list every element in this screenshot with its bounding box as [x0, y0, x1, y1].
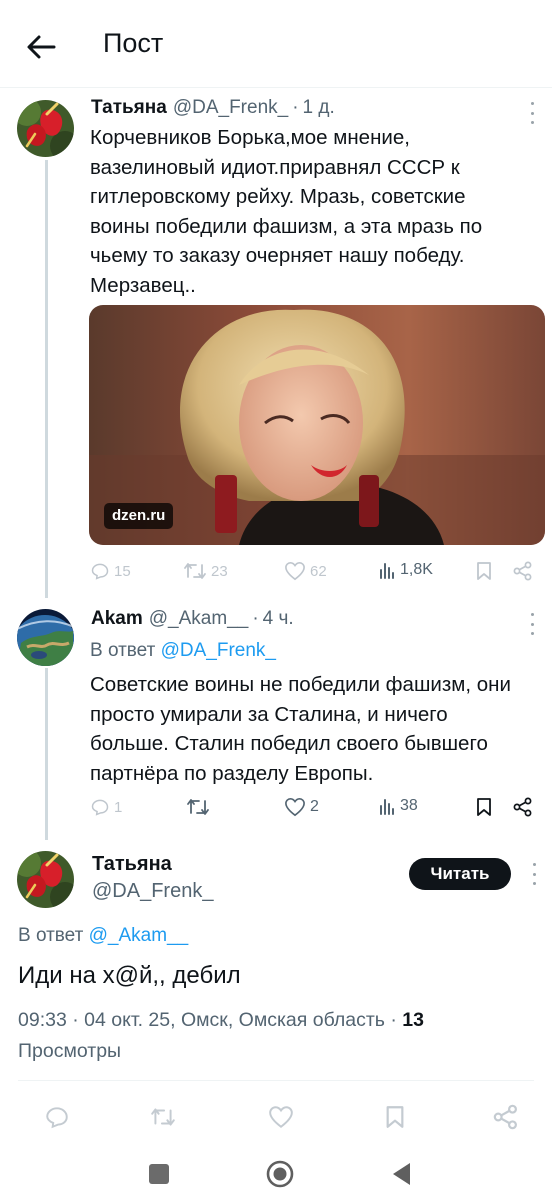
separator: ·: [252, 608, 259, 629]
author-name[interactable]: Akam: [91, 608, 143, 630]
bookmark-icon: [386, 1106, 404, 1128]
system-nav-bar: [0, 1140, 552, 1200]
views-count: 38: [400, 797, 418, 814]
bar-chart-icon: [380, 563, 394, 579]
share-button[interactable]: [493, 1104, 519, 1130]
reply-button[interactable]: [44, 1104, 70, 1130]
views-count: 13: [402, 1009, 424, 1031]
timestamp[interactable]: 1 д.: [303, 97, 335, 119]
media-source-badge: dzen.ru: [104, 503, 174, 529]
separator: ·: [292, 97, 299, 118]
share-icon: [493, 1104, 517, 1130]
author-name[interactable]: Татьяна: [92, 853, 172, 876]
like-button[interactable]: [268, 1105, 294, 1129]
author-handle[interactable]: @DA_Frenk_: [92, 880, 213, 903]
reply-count: 15: [114, 562, 131, 580]
repost-icon: [184, 563, 206, 579]
repost-button[interactable]: [150, 1106, 176, 1128]
reply-to-handle-link[interactable]: @DA_Frenk_: [161, 640, 276, 661]
share-button[interactable]: [513, 797, 533, 817]
views-button[interactable]: 1,8K: [378, 561, 433, 579]
like-button[interactable]: 2: [284, 797, 319, 817]
like-count: 2: [310, 798, 319, 815]
avatar[interactable]: [17, 100, 74, 157]
reply-button[interactable]: 15: [90, 561, 131, 581]
avatar[interactable]: [17, 609, 74, 666]
more-options-icon[interactable]: [527, 102, 537, 124]
bookmark-button[interactable]: [475, 797, 493, 817]
tweet-text: Иди на х@й,, дебил: [18, 962, 241, 989]
reply-count: 1: [114, 798, 123, 816]
timestamp-location[interactable]: 09:33 · 04 окт. 25, Омск, Омская область…: [18, 1009, 402, 1031]
back-nav-icon[interactable]: [390, 1161, 414, 1187]
repost-icon: [187, 799, 209, 815]
heart-icon: [285, 561, 305, 581]
repost-count: 23: [211, 562, 228, 580]
reply-to-line: В ответ @_Akam__: [18, 925, 189, 946]
tweet-text: Корчевников Борька,мое мнение, вазелинов…: [90, 126, 483, 297]
follow-button[interactable]: Читать: [409, 858, 511, 890]
timestamp[interactable]: 4 ч.: [263, 608, 294, 630]
views-button[interactable]: 38: [378, 797, 418, 815]
bookmark-button[interactable]: [475, 561, 493, 581]
reply-to-handle-link[interactable]: @_Akam__: [89, 925, 189, 946]
share-icon: [513, 797, 532, 817]
like-count: 62: [310, 562, 327, 580]
share-button[interactable]: [513, 561, 533, 581]
views-count: 1,8K: [400, 561, 433, 578]
author-name[interactable]: Татьяна: [91, 97, 167, 119]
recent-apps-icon[interactable]: [149, 1164, 169, 1184]
arrow-left-icon[interactable]: [24, 30, 58, 64]
reply-icon: [91, 799, 109, 816]
bar-chart-icon: [380, 799, 394, 815]
reply-button[interactable]: 1: [90, 797, 122, 817]
bookmark-button[interactable]: [384, 1104, 406, 1130]
thread-line: [45, 160, 48, 598]
like-button[interactable]: 62: [284, 561, 327, 581]
heart-icon: [285, 797, 305, 817]
top-bar: Пост: [0, 0, 552, 88]
page-title: Пост: [103, 28, 164, 58]
avatar[interactable]: [17, 851, 74, 908]
bookmark-icon: [477, 798, 491, 816]
reply-icon: [46, 1107, 68, 1129]
thread-line: [45, 668, 48, 840]
repost-button[interactable]: 23: [183, 561, 228, 581]
tweet-text: Советские воины не победили фашизм, они …: [90, 673, 511, 785]
share-icon: [513, 561, 532, 581]
more-options-icon[interactable]: [527, 613, 537, 635]
views-label: Просмотры: [18, 1040, 122, 1062]
author-handle[interactable]: @DA_Frenk_: [173, 97, 288, 119]
reply-icon: [91, 563, 109, 580]
tweet-header: Татьяна @DA_Frenk_ · 1 д.: [91, 97, 335, 119]
heart-icon: [269, 1106, 293, 1128]
author-handle[interactable]: @_Akam__: [149, 608, 249, 630]
home-icon[interactable]: [266, 1160, 294, 1188]
repost-button[interactable]: [186, 797, 214, 817]
more-options-icon[interactable]: [529, 863, 539, 885]
tweet-header: Akam @_Akam__ · 4 ч.: [91, 608, 294, 630]
repost-icon: [151, 1108, 175, 1126]
divider: [18, 1080, 534, 1081]
bookmark-icon: [477, 562, 491, 580]
tweet-meta: 09:33 · 04 окт. 25, Омск, Омская область…: [18, 1005, 488, 1067]
reply-to-line: В ответ @DA_Frenk_: [90, 640, 276, 661]
